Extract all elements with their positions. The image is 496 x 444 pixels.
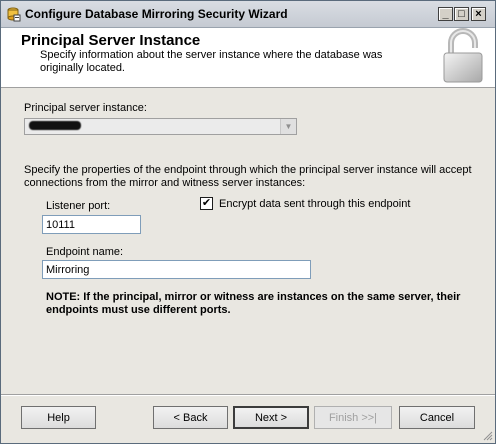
wizard-window: Configure Database Mirroring Security Wi… bbox=[0, 0, 496, 444]
encrypt-label: Encrypt data sent through this endpoint bbox=[219, 198, 411, 210]
chevron-down-icon[interactable]: ▼ bbox=[280, 119, 296, 134]
resize-grip-icon[interactable] bbox=[483, 431, 493, 441]
next-button[interactable]: Next > bbox=[233, 406, 309, 429]
back-button[interactable]: < Back bbox=[153, 406, 228, 429]
endpoint-description: Specify the properties of the endpoint t… bbox=[24, 164, 472, 189]
page-subtitle: Specify information about the server ins… bbox=[40, 49, 383, 74]
listener-port-label: Listener port: bbox=[46, 200, 111, 212]
footer-divider bbox=[1, 394, 495, 396]
close-button[interactable]: × bbox=[471, 7, 486, 21]
principal-instance-label: Principal server instance: bbox=[24, 102, 147, 114]
listener-port-input[interactable] bbox=[42, 215, 141, 234]
help-button[interactable]: Help bbox=[21, 406, 96, 429]
endpoint-name-label: Endpoint name: bbox=[46, 246, 124, 258]
redacted-server-name bbox=[29, 121, 81, 130]
page-title: Principal Server Instance bbox=[21, 32, 201, 49]
finish-button: Finish >>| bbox=[314, 406, 392, 429]
minimize-button[interactable]: _ bbox=[438, 7, 453, 21]
principal-instance-combo[interactable]: ▼ bbox=[24, 118, 297, 135]
title-bar[interactable]: Configure Database Mirroring Security Wi… bbox=[1, 1, 495, 28]
maximize-button[interactable]: □ bbox=[454, 7, 469, 21]
database-app-icon bbox=[7, 7, 21, 22]
lock-icon bbox=[443, 28, 483, 83]
ports-note: NOTE: If the principal, mirror or witnes… bbox=[46, 291, 461, 316]
encrypt-checkbox[interactable]: ✔ bbox=[200, 197, 213, 210]
wizard-header: Principal Server Instance Specify inform… bbox=[1, 28, 495, 88]
endpoint-name-input[interactable] bbox=[42, 260, 311, 279]
cancel-button[interactable]: Cancel bbox=[399, 406, 475, 429]
window-title: Configure Database Mirroring Security Wi… bbox=[25, 7, 288, 21]
